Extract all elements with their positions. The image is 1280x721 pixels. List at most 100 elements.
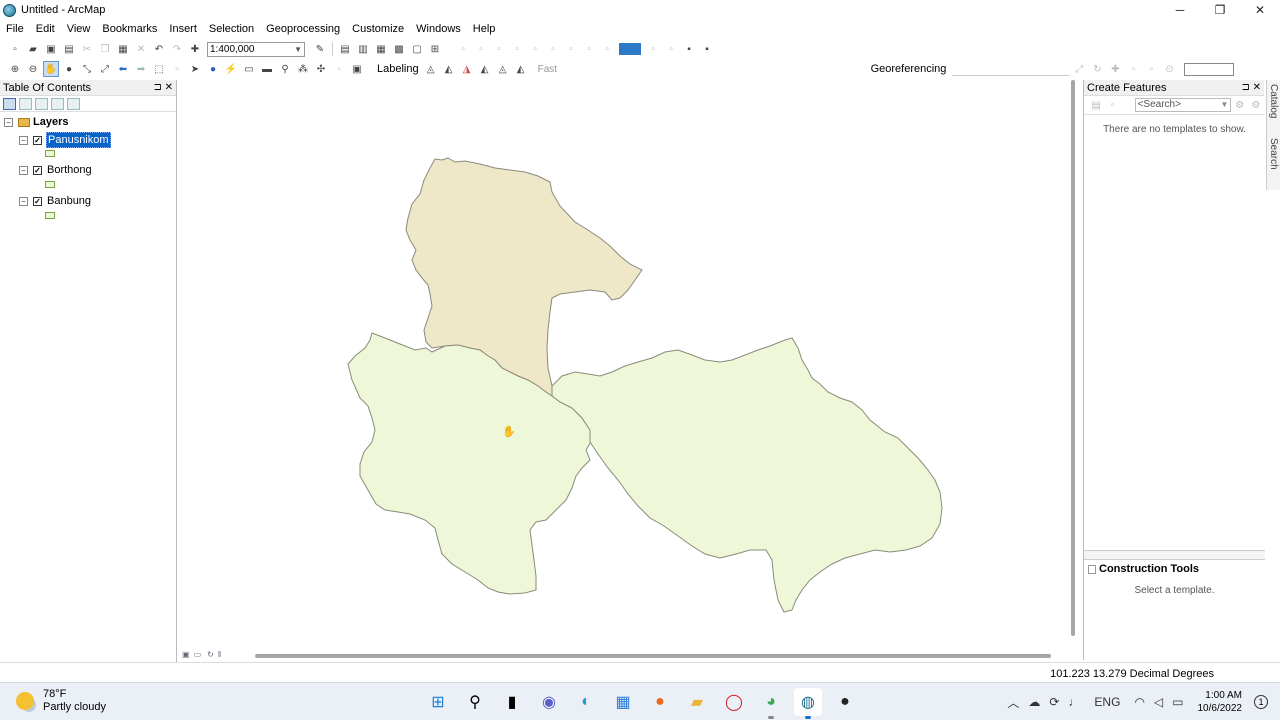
catalog-tab[interactable]: Catalog — [1268, 84, 1279, 118]
search-tab[interactable]: Search — [1268, 138, 1279, 170]
collapse-icon[interactable]: − — [19, 135, 28, 145]
search-options-icon[interactable]: ⚙ — [1249, 97, 1263, 113]
full-extent-icon[interactable]: ● — [61, 61, 77, 77]
label-priority-icon[interactable]: ◮ — [459, 61, 475, 77]
fixed-zoom-in-icon[interactable]: ⤡ — [79, 61, 95, 77]
close-button[interactable]: ✕ — [1240, 0, 1280, 20]
undo-icon[interactable]: ↶ — [151, 41, 167, 57]
layer-name[interactable]: Borthong — [46, 163, 93, 177]
opera-icon[interactable]: ◯ — [720, 688, 748, 716]
microphone-icon[interactable]: ♩ — [1068, 695, 1080, 709]
add-data-icon[interactable]: ✚ — [187, 41, 203, 57]
arctoolbox-icon[interactable]: ▩ — [391, 41, 407, 57]
forward-arrow-icon[interactable]: ➡ — [133, 61, 149, 77]
color-swatch[interactable] — [619, 43, 641, 55]
list-by-source-icon[interactable] — [19, 97, 32, 110]
polygon-borthong[interactable] — [347, 332, 593, 595]
copy-icon[interactable]: ❐ — [97, 41, 113, 57]
delete-icon[interactable]: ✕ — [133, 41, 149, 57]
template-search-input[interactable]: <Search> ▼ — [1134, 98, 1232, 112]
notification-badge[interactable]: 1 — [1254, 695, 1268, 709]
battery-icon[interactable]: ▭ — [1172, 695, 1183, 709]
clock[interactable]: 1:00 AM 10/6/2022 — [1198, 689, 1243, 715]
map-view[interactable]: ✋ — [180, 80, 1066, 646]
toc-options-icon[interactable] — [67, 97, 80, 110]
menu-view[interactable]: View — [61, 20, 97, 39]
search-go-icon[interactable]: ⚙ — [1232, 97, 1246, 113]
find-binoculars-icon[interactable]: ⚲ — [277, 61, 293, 77]
time-slider-icon[interactable]: ▫ — [331, 61, 347, 77]
data-view-icon[interactable]: ▣ — [182, 650, 190, 659]
map-scale-dropdown[interactable]: 1:400,000 ▼ — [207, 41, 305, 57]
hyperlink-icon[interactable]: ⚡ — [223, 61, 239, 77]
layer-item-borthong[interactable]: − ✓ Borthong — [19, 163, 93, 177]
georef-tool-icon[interactable]: ✚ — [1107, 61, 1123, 77]
menu-geoprocessing[interactable]: Geoprocessing — [260, 20, 346, 39]
print-icon[interactable]: ▤ — [61, 41, 77, 57]
layout-tool-icon[interactable]: ▫ — [473, 41, 489, 57]
template-properties-icon[interactable]: ▫ — [1105, 97, 1119, 113]
edge-browser-icon[interactable]: ◐ — [572, 688, 600, 716]
list-by-visibility-icon[interactable] — [35, 97, 48, 110]
paste-icon[interactable]: ▦ — [115, 41, 131, 57]
python-window-icon[interactable]: ▢ — [409, 41, 425, 57]
georef-tool-icon[interactable]: ↻ — [1089, 61, 1105, 77]
georef-tool-icon[interactable]: ▫ — [1143, 61, 1159, 77]
organize-templates-icon[interactable]: ▤ — [1089, 97, 1103, 113]
start-windows-icon[interactable]: ⊞ — [424, 688, 452, 716]
cut-icon[interactable]: ✂ — [79, 41, 95, 57]
layout-tool-icon[interactable]: ▫ — [491, 41, 507, 57]
map-canvas[interactable]: ✋ — [180, 80, 1066, 646]
pan-hand-icon[interactable]: ✋ — [43, 61, 59, 77]
layout-view-icon[interactable]: ▭ — [194, 650, 202, 659]
view-unplaced-labels-icon[interactable]: ◬ — [495, 61, 511, 77]
weather-widget[interactable]: 78°F Partly cloudy — [16, 688, 106, 714]
layout-tool-icon[interactable]: ▫ — [509, 41, 525, 57]
chevron-up-icon[interactable]: ︿ — [1007, 694, 1019, 711]
back-arrow-icon[interactable]: ⬅ — [115, 61, 131, 77]
layer-symbol-swatch[interactable] — [45, 212, 55, 219]
menu-selection[interactable]: Selection — [203, 20, 260, 39]
layout-tool-icon[interactable]: ▫ — [563, 41, 579, 57]
select-elements-arrow-icon[interactable]: ➤ — [187, 61, 203, 77]
georeferencing-layer-dropdown[interactable] — [952, 62, 1071, 76]
chrome-icon[interactable]: ◕ — [757, 688, 785, 719]
collapse-icon[interactable]: − — [19, 196, 28, 206]
app-icon[interactable]: ● — [831, 688, 859, 716]
layer-symbol-swatch[interactable] — [45, 150, 55, 157]
layer-name[interactable]: Panusnikom — [46, 132, 111, 148]
go-to-xy-icon[interactable]: ✣ — [313, 61, 329, 77]
layout-tool-icon[interactable]: ▫ — [455, 41, 471, 57]
map-horizontal-scrollbar[interactable] — [255, 654, 1051, 658]
map-vertical-scrollbar[interactable] — [1070, 80, 1076, 638]
maximize-button[interactable]: ❐ — [1200, 0, 1240, 20]
editor-toolbar-icon[interactable]: ✎ — [312, 41, 328, 57]
html-popup-icon[interactable]: ▭ — [241, 61, 257, 77]
pause-drawing-icon[interactable]: ‖ — [218, 650, 221, 659]
firefox-icon[interactable]: ● — [646, 688, 674, 716]
teams-chat-icon[interactable]: ◉ — [535, 688, 563, 716]
layer-visibility-checkbox[interactable]: ✓ — [33, 135, 42, 145]
layout-tool-icon[interactable]: ▫ — [645, 41, 661, 57]
layer-symbol-swatch[interactable] — [45, 181, 55, 188]
layer-item-panusnikom[interactable]: − ✓ Panusnikom — [19, 132, 111, 148]
select-features-icon[interactable]: ⬚ — [151, 61, 167, 77]
redo-icon[interactable]: ↷ — [169, 41, 185, 57]
measure-icon[interactable]: ▬ — [259, 61, 275, 77]
georef-tool-icon[interactable]: ▫ — [1125, 61, 1141, 77]
minimize-button[interactable]: ─ — [1160, 0, 1200, 20]
layout-tool-icon[interactable]: ▪ — [681, 41, 697, 57]
polygon-banbung[interactable] — [551, 337, 943, 613]
volume-icon[interactable]: ◁ — [1154, 695, 1163, 709]
search-window-icon[interactable]: ▦ — [373, 41, 389, 57]
clear-selection-icon[interactable]: ▫ — [169, 61, 185, 77]
arcmap-taskbar-icon[interactable]: ◍ — [794, 688, 822, 719]
open-folder-icon[interactable]: ▰ — [25, 41, 41, 57]
menu-insert[interactable]: Insert — [163, 20, 203, 39]
save-icon[interactable]: ▣ — [43, 41, 59, 57]
list-by-selection-icon[interactable] — [51, 97, 64, 110]
georef-tool-icon[interactable]: ⤢ — [1071, 61, 1087, 77]
fixed-zoom-out-icon[interactable]: ⤢ — [97, 61, 113, 77]
layout-tool-icon[interactable]: ▪ — [699, 41, 715, 57]
layout-tool-icon[interactable]: ▫ — [545, 41, 561, 57]
